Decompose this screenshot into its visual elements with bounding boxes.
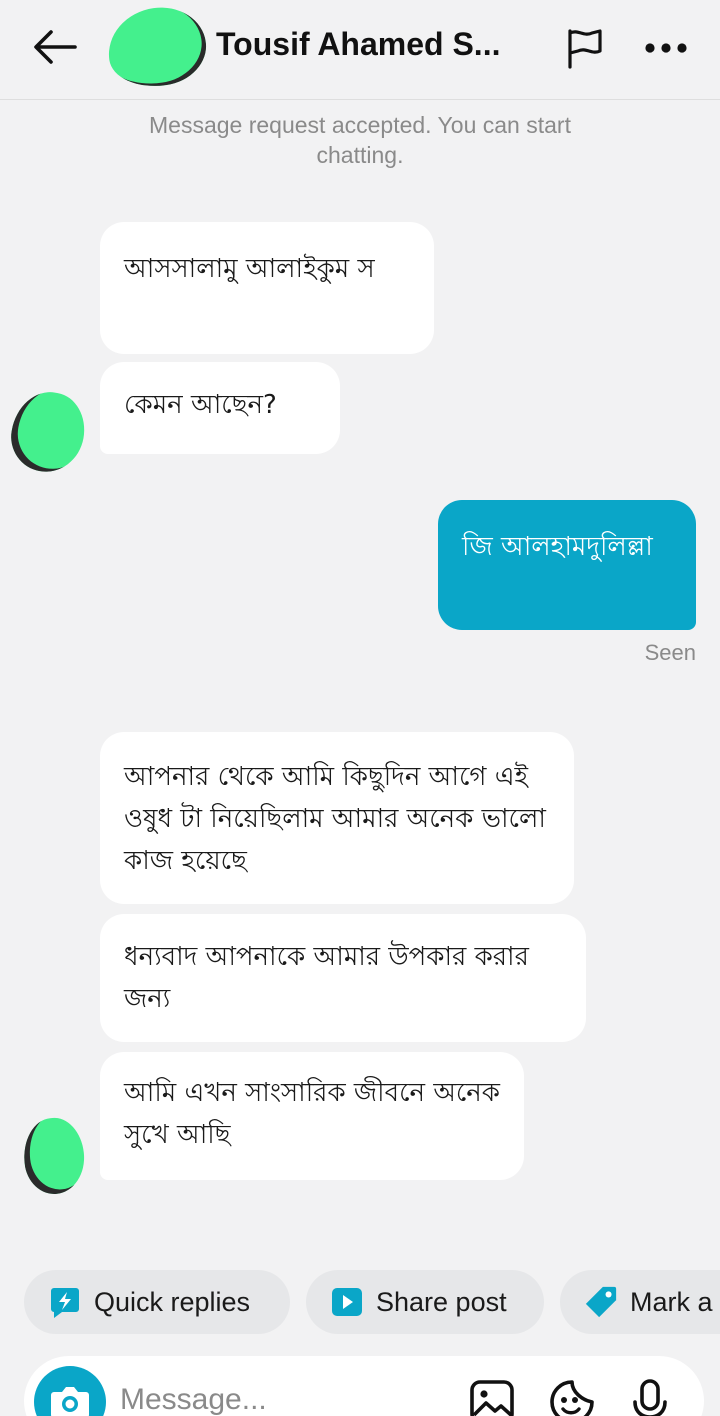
arrow-left-icon — [34, 30, 77, 64]
sender-avatar[interactable] — [5, 386, 91, 478]
message-bubble-outgoing[interactable]: জি আলহামদুলিল্লা — [438, 500, 696, 630]
request-accepted-notice: Message request accepted. You can start … — [149, 112, 571, 168]
report-flag-button[interactable] — [558, 22, 610, 74]
message-bubble-incoming[interactable]: কেমন আছেন? — [100, 362, 340, 454]
mark-as-chip[interactable]: Mark a — [560, 1270, 720, 1334]
quick-replies-chip[interactable]: Quick replies — [24, 1270, 290, 1334]
back-button[interactable] — [30, 24, 80, 70]
message-bubble-incoming[interactable]: আমি এখন সাংসারিক জীবনে অনেক সুখে আছি — [100, 1052, 524, 1180]
sender-avatar[interactable] — [20, 1115, 88, 1197]
play-icon — [330, 1285, 364, 1319]
message-bubble-incoming[interactable]: আসসালামু আলাইকুম স — [100, 222, 434, 354]
sticker-icon — [550, 1380, 594, 1416]
tag-icon — [584, 1285, 618, 1319]
message-bubble-incoming[interactable]: আপনার থেকে আমি কিছুদিন আগে এই ওষুধ টা নি… — [100, 732, 574, 904]
message-composer — [24, 1356, 704, 1416]
more-horizontal-icon — [645, 43, 687, 53]
sticker-button[interactable] — [546, 1376, 598, 1416]
message-bubble-incoming[interactable]: ধন্যবাদ আপনাকে আমার উপকার করার জন্য — [100, 914, 586, 1042]
quick-actions-bar: Quick replies Share post Mark a — [0, 1270, 720, 1334]
image-icon — [470, 1380, 514, 1416]
lightning-icon — [48, 1285, 82, 1319]
flag-icon — [568, 29, 602, 69]
seen-status: Seen — [644, 640, 696, 665]
quick-replies-label: Quick replies — [94, 1286, 251, 1317]
share-post-chip[interactable]: Share post — [306, 1270, 544, 1334]
camera-icon — [51, 1387, 89, 1416]
share-post-label: Share post — [376, 1286, 507, 1317]
gallery-button[interactable] — [466, 1376, 518, 1416]
camera-button[interactable] — [34, 1366, 106, 1416]
contact-name[interactable]: Tousif Ahamed S... — [216, 26, 536, 63]
contact-avatar[interactable] — [103, 1, 211, 93]
chat-header: Tousif Ahamed S... — [0, 0, 720, 100]
mark-as-label: Mark a — [630, 1286, 713, 1317]
more-options-button[interactable] — [638, 22, 694, 74]
voice-message-button[interactable] — [624, 1376, 676, 1416]
microphone-icon — [633, 1379, 667, 1416]
message-input[interactable] — [120, 1378, 420, 1416]
